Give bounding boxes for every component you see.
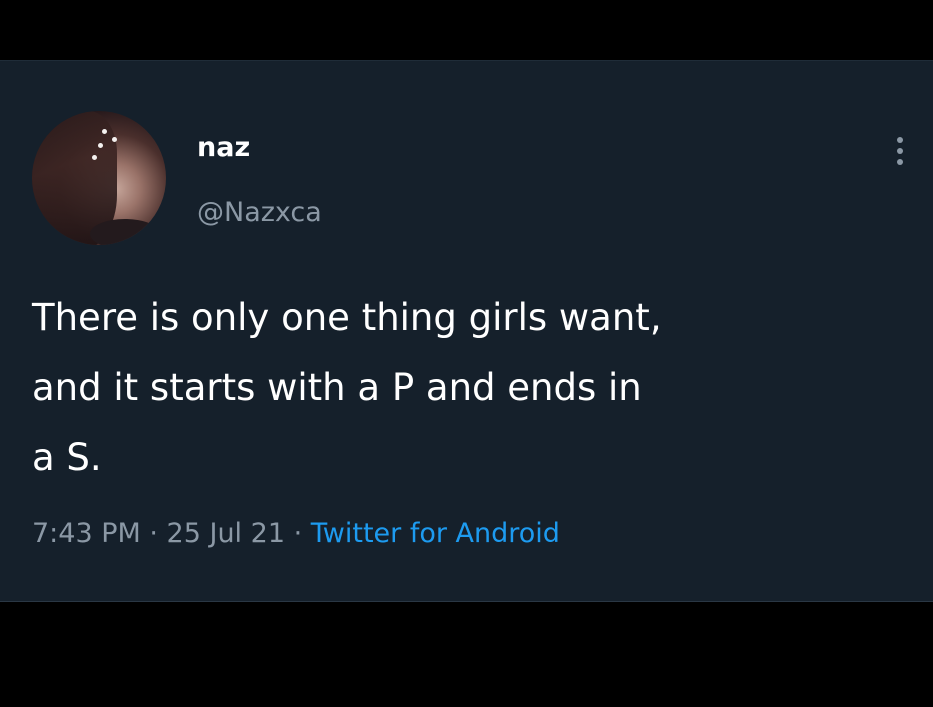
avatar[interactable] [32, 111, 166, 245]
more-options-dot [897, 159, 903, 165]
tweet-metadata: 7:43 PM · 25 Jul 21 · Twitter for Androi… [32, 516, 560, 552]
tweet-source-link[interactable]: Twitter for Android [311, 518, 560, 549]
more-options-dot [897, 137, 903, 143]
tweet-card: naz @Nazxca There is only one thing girl… [0, 60, 933, 602]
user-handle[interactable]: @Nazxca [197, 196, 322, 230]
display-name[interactable]: naz [197, 131, 250, 165]
bottom-letterbox [0, 602, 933, 707]
meta-separator: · [140, 518, 167, 549]
avatar-sparkle [112, 137, 117, 142]
tweet-time[interactable]: 7:43 PM [32, 518, 141, 549]
more-options-icon[interactable] [888, 131, 912, 171]
top-letterbox [0, 0, 933, 60]
avatar-sparkle [92, 155, 97, 160]
avatar-sparkle [102, 129, 107, 134]
avatar-collar [90, 219, 160, 245]
tweet-text: There is only one thing girls want, and … [32, 296, 662, 479]
meta-separator: · [285, 518, 311, 549]
avatar-sparkle [98, 143, 103, 148]
tweet-date[interactable]: 25 Jul 21 [167, 518, 285, 549]
more-options-dot [897, 148, 903, 154]
